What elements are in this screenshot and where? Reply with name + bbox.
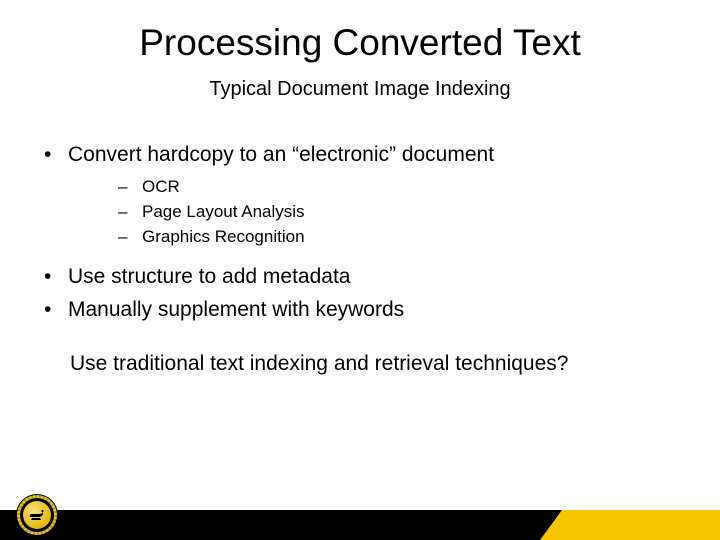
lamp-seal-icon [16, 494, 58, 536]
bullet-text: Use structure to add metadata [68, 265, 351, 288]
bullet-item: Use structure to add metadata [30, 263, 690, 291]
lamp-icon [28, 508, 46, 522]
sub-bullet-item: Graphics Recognition [68, 225, 690, 250]
bullet-list: Convert hardcopy to an “electronic” docu… [30, 141, 690, 324]
closing-text: Use traditional text indexing and retrie… [30, 352, 690, 376]
slide-footer [0, 492, 720, 540]
slide-subtitle: Typical Document Image Indexing [0, 78, 720, 101]
footer-accent [540, 510, 720, 540]
slide-title: Processing Converted Text [0, 0, 720, 64]
bullet-item: Convert hardcopy to an “electronic” docu… [30, 141, 690, 249]
bullet-text: Convert hardcopy to an “electronic” docu… [68, 143, 494, 166]
slide-body: Convert hardcopy to an “electronic” docu… [0, 101, 720, 376]
footer-accent-diagonal [540, 510, 562, 540]
sub-bullet-item: OCR [68, 175, 690, 200]
bullet-text: Manually supplement with keywords [68, 298, 404, 321]
sub-bullet-list: OCR Page Layout Analysis Graphics Recogn… [68, 175, 690, 249]
bullet-item: Manually supplement with keywords [30, 296, 690, 324]
slide: Processing Converted Text Typical Docume… [0, 0, 720, 540]
sub-bullet-item: Page Layout Analysis [68, 200, 690, 225]
footer-accent-fill [562, 510, 720, 540]
